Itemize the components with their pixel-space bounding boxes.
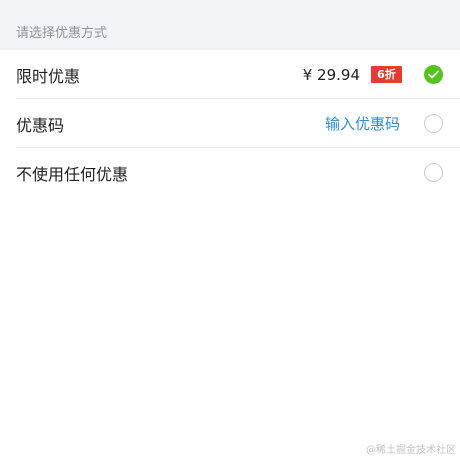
discount-section-header: 请选择优惠方式 <box>0 0 460 50</box>
discount-badge: 6折 <box>371 66 402 83</box>
radio-unchecked-icon[interactable] <box>424 163 443 182</box>
option-limited-time-discount[interactable]: 限时优惠 ¥ 29.94 6折 <box>0 50 460 99</box>
section-title: 请选择优惠方式 <box>16 26 108 41</box>
option-no-discount[interactable]: 不使用任何优惠 <box>0 148 460 197</box>
option-label-no-discount: 不使用任何优惠 <box>16 164 129 184</box>
enter-coupon-link[interactable]: 输入优惠码 <box>325 113 400 134</box>
check-icon <box>428 70 439 79</box>
discount-price: ¥ 29.94 <box>302 65 360 84</box>
radio-checked-icon[interactable] <box>424 65 443 84</box>
option-coupon-code[interactable]: 优惠码 输入优惠码 <box>0 99 460 148</box>
watermark-text: @稀土掘金技术社区 <box>366 445 456 456</box>
radio-unchecked-icon[interactable] <box>424 114 443 133</box>
